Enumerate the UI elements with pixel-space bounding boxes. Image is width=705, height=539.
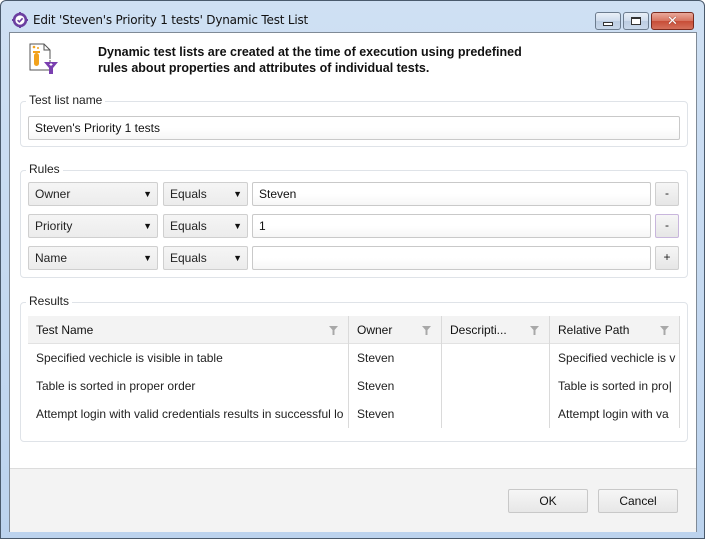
minimize-button[interactable] xyxy=(595,12,621,30)
grid-header: Test Name Owner Descripti... Relative Pa… xyxy=(28,316,680,344)
column-header-label: Test Name xyxy=(36,323,94,337)
dynamic-test-list-icon xyxy=(29,43,58,74)
column-header-label: Relative Path xyxy=(558,323,630,337)
column-header-description[interactable]: Descripti... xyxy=(442,316,550,344)
results-group: Results Test Name Owner Descripti... Rel… xyxy=(20,294,688,442)
rule-operator-value: Equals xyxy=(170,219,207,233)
chevron-down-icon: ▼ xyxy=(233,253,242,263)
chevron-down-icon: ▼ xyxy=(143,253,152,263)
cell-description xyxy=(442,400,550,428)
cell-owner: Steven xyxy=(349,344,442,372)
close-icon: ✕ xyxy=(667,13,678,29)
rule-property-value: Owner xyxy=(35,187,71,201)
remove-rule-button[interactable]: - xyxy=(655,182,679,206)
chevron-down-icon: ▼ xyxy=(233,221,242,231)
table-row[interactable]: Specified vechicle is visible in table S… xyxy=(28,344,680,372)
filter-icon[interactable] xyxy=(329,326,338,335)
table-row[interactable]: Attempt login with valid credentials res… xyxy=(28,400,680,428)
cell-relative-path: Attempt login with va xyxy=(550,400,680,428)
rule-property-value: Priority xyxy=(35,219,73,233)
maximize-button[interactable] xyxy=(623,12,649,30)
cell-relative-path: Specified vechicle is v xyxy=(550,344,680,372)
rules-group: Rules Owner ▼ Equals ▼ Steven - Priority… xyxy=(20,162,688,278)
column-header-label: Descripti... xyxy=(450,323,507,337)
remove-rule-button[interactable]: - xyxy=(655,214,679,238)
cell-test-name: Table is sorted in proper order xyxy=(28,372,349,400)
cell-owner: Steven xyxy=(349,372,442,400)
cell-test-name: Attempt login with valid credentials res… xyxy=(28,400,349,428)
title-bar[interactable]: Edit 'Steven's Priority 1 tests' Dynamic… xyxy=(1,1,704,33)
column-header-label: Owner xyxy=(357,323,393,337)
close-button[interactable]: ✕ xyxy=(651,12,694,30)
rule-value-input[interactable]: 1 xyxy=(252,214,651,238)
filter-icon[interactable] xyxy=(422,326,431,335)
column-header-owner[interactable]: Owner xyxy=(349,316,442,344)
rule-operator-value: Equals xyxy=(170,251,207,265)
rule-operator-select[interactable]: Equals ▼ xyxy=(163,182,248,206)
rule-property-select[interactable]: Owner ▼ xyxy=(28,182,158,206)
rule-value-input[interactable] xyxy=(252,246,651,270)
dialog-footer: OK Cancel xyxy=(10,468,696,532)
add-rule-button[interactable]: + xyxy=(655,246,679,270)
dialog-content: Dynamic test lists are created at the ti… xyxy=(9,32,697,532)
table-row[interactable]: Table is sorted in proper order Steven T… xyxy=(28,372,680,400)
rule-value-input[interactable]: Steven xyxy=(252,182,651,206)
rule-property-select[interactable]: Priority ▼ xyxy=(28,214,158,238)
results-label: Results xyxy=(26,294,73,308)
rule-operator-value: Equals xyxy=(170,187,207,201)
test-list-name-group: Test list name Steven's Priority 1 tests xyxy=(20,93,688,147)
rule-property-select[interactable]: Name ▼ xyxy=(28,246,158,270)
cancel-button[interactable]: Cancel xyxy=(598,489,678,513)
window-title: Edit 'Steven's Priority 1 tests' Dynamic… xyxy=(33,13,309,27)
minimize-icon xyxy=(603,22,613,26)
gear-check-icon xyxy=(12,12,28,28)
maximize-icon xyxy=(631,17,641,25)
filter-icon[interactable] xyxy=(660,326,669,335)
header-description: Dynamic test lists are created at the ti… xyxy=(98,45,522,75)
chevron-down-icon: ▼ xyxy=(233,189,242,199)
chevron-down-icon: ▼ xyxy=(143,189,152,199)
rule-operator-select[interactable]: Equals ▼ xyxy=(163,214,248,238)
filter-icon[interactable] xyxy=(530,326,539,335)
cell-description xyxy=(442,372,550,400)
cell-description xyxy=(442,344,550,372)
test-list-name-input[interactable]: Steven's Priority 1 tests xyxy=(28,116,680,140)
cell-relative-path: Table is sorted in pro| xyxy=(550,372,680,400)
ok-button[interactable]: OK xyxy=(508,489,588,513)
column-header-relative-path[interactable]: Relative Path xyxy=(550,316,680,344)
chevron-down-icon: ▼ xyxy=(143,221,152,231)
results-grid: Test Name Owner Descripti... Relative Pa… xyxy=(28,316,680,428)
rule-operator-select[interactable]: Equals ▼ xyxy=(163,246,248,270)
caption-buttons: ✕ xyxy=(595,12,694,30)
test-list-name-label: Test list name xyxy=(26,93,106,107)
cell-owner: Steven xyxy=(349,400,442,428)
rule-property-value: Name xyxy=(35,251,68,265)
cell-test-name: Specified vechicle is visible in table xyxy=(28,344,349,372)
column-header-test-name[interactable]: Test Name xyxy=(28,316,349,344)
dialog-window: Edit 'Steven's Priority 1 tests' Dynamic… xyxy=(0,0,705,539)
rules-label: Rules xyxy=(26,162,63,176)
